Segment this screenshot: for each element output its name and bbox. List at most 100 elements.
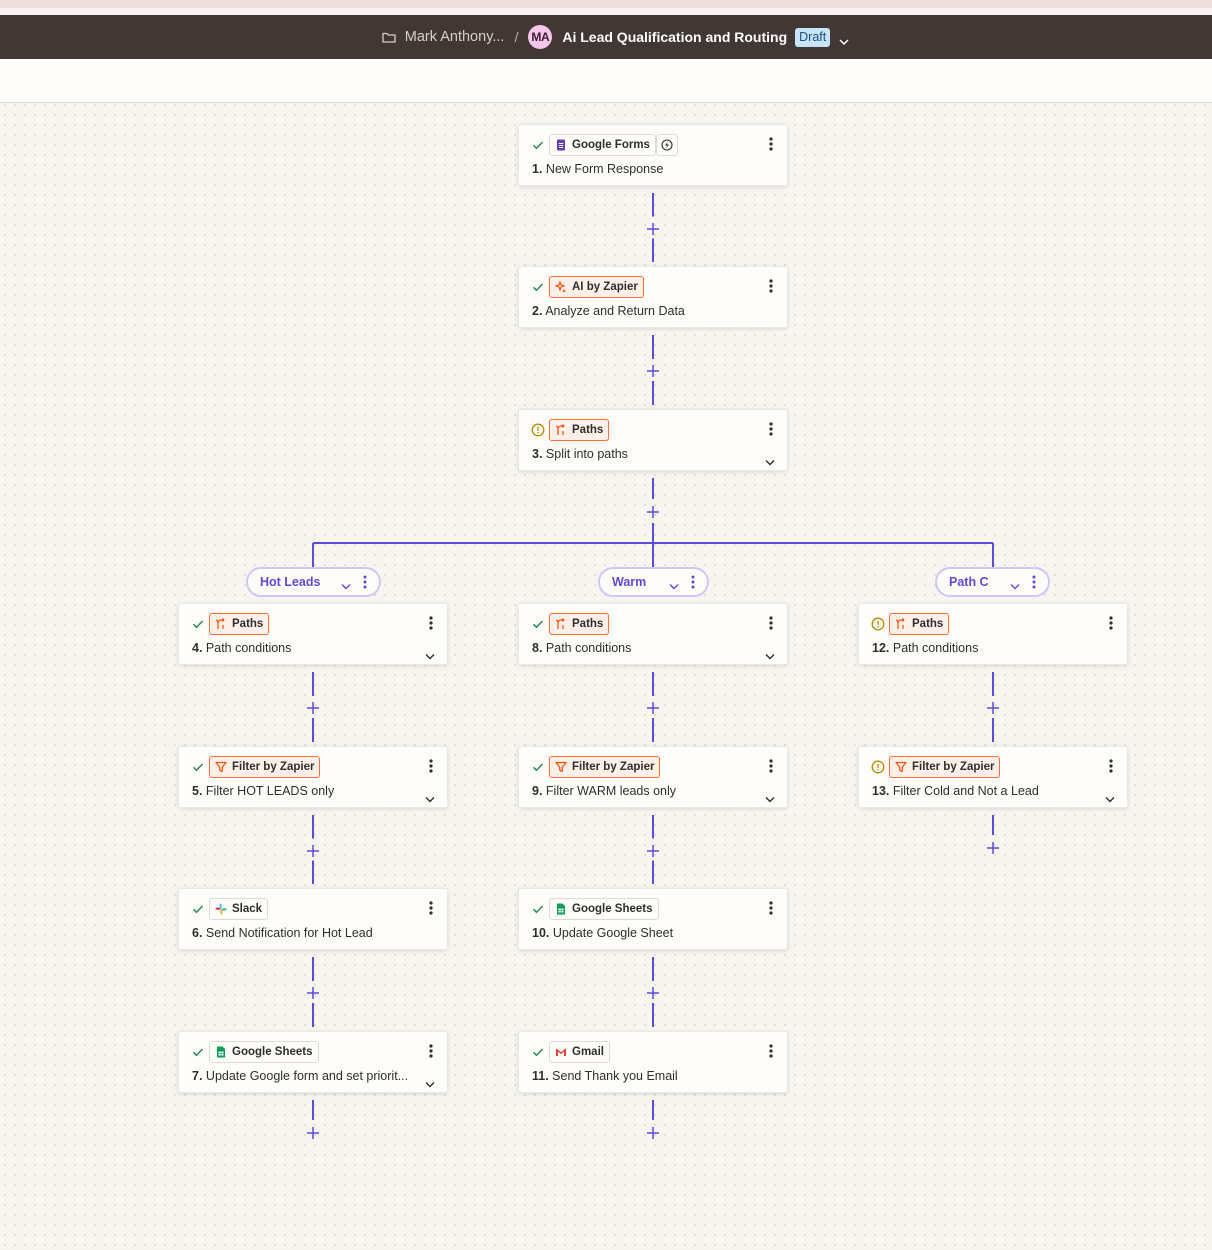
chevron-down-icon[interactable] (838, 33, 850, 46)
step-text: Path conditions (202, 641, 292, 655)
step-card-13[interactable]: Filter by Zapier 13. Filter Cold and Not … (858, 746, 1128, 808)
add-step-button[interactable] (307, 1126, 319, 1139)
path-label-text: Warm (612, 575, 647, 589)
folder-icon[interactable] (382, 32, 396, 43)
step-card-4[interactable]: Paths 4. Path conditions (178, 603, 448, 665)
chevron-down-icon[interactable] (765, 790, 775, 803)
zap-title[interactable]: Ai Lead Qualification and Routing (562, 29, 787, 45)
more-options-icon[interactable] (769, 616, 773, 630)
app-name: Gmail (572, 1046, 604, 1058)
more-options-icon[interactable] (1109, 759, 1113, 773)
more-options-icon[interactable] (769, 901, 773, 915)
step-title: 7. Update Google form and set priorit... (192, 1069, 413, 1083)
step-card-5[interactable]: Filter by Zapier 5. Filter HOT LEADS only (178, 746, 448, 808)
step-card-1[interactable]: Google Forms 1. New Form Response (518, 124, 788, 186)
filter-icon (555, 761, 567, 773)
more-options-icon[interactable] (769, 759, 773, 773)
more-options-icon[interactable] (363, 575, 367, 589)
check-icon (191, 1045, 205, 1059)
editor-header: Mark Anthony... / MA Ai Lead Qualificati… (0, 15, 1212, 59)
add-step-button[interactable] (647, 505, 659, 518)
step-text: Split into paths (542, 447, 628, 461)
step-number: 6. (192, 926, 203, 940)
app-chip-filter-by-zapier: Filter by Zapier (209, 756, 321, 778)
add-step-button[interactable] (647, 986, 659, 999)
add-step-button[interactable] (647, 1126, 659, 1139)
chevron-down-icon[interactable] (425, 790, 435, 803)
step-number: 13. (872, 784, 890, 798)
step-title: 1. New Form Response (532, 162, 753, 176)
add-step-button[interactable] (987, 701, 999, 714)
gmail-icon (555, 1046, 567, 1058)
step-text: Path conditions (542, 641, 632, 655)
step-card-8[interactable]: Paths 8. Path conditions (518, 603, 788, 665)
app-chip-google-forms: Google Forms (549, 134, 656, 156)
toolbar (0, 59, 1212, 103)
add-step-button[interactable] (647, 844, 659, 857)
add-step-button[interactable] (647, 701, 659, 714)
step-text: Filter Cold and Not a Lead (889, 784, 1039, 798)
chevron-down-icon[interactable] (765, 453, 775, 466)
more-options-icon[interactable] (769, 137, 773, 151)
check-icon (191, 760, 205, 774)
app-chip-paths: Paths (209, 613, 270, 635)
path-label-hot-leads[interactable]: Hot Leads (246, 567, 381, 597)
more-options-icon[interactable] (429, 759, 433, 773)
add-step-button[interactable] (987, 841, 999, 854)
step-card-12[interactable]: Paths 12. Path conditions (858, 603, 1128, 665)
add-step-button[interactable] (647, 222, 659, 235)
chevron-down-icon[interactable] (765, 647, 775, 660)
more-options-icon[interactable] (429, 616, 433, 630)
more-options-icon[interactable] (1032, 575, 1036, 589)
more-options-icon[interactable] (429, 1044, 433, 1058)
more-options-icon[interactable] (769, 279, 773, 293)
add-step-button[interactable] (307, 986, 319, 999)
add-step-button[interactable] (307, 844, 319, 857)
step-text: Path conditions (889, 641, 979, 655)
app-chip-paths: Paths (549, 613, 610, 635)
chevron-down-icon[interactable] (1010, 579, 1020, 590)
step-number: 11. (532, 1069, 549, 1083)
step-card-10[interactable]: Google Sheets 10. Update Google Sheet (518, 888, 788, 950)
path-label-path-c[interactable]: Path C (935, 567, 1050, 597)
add-step-button[interactable] (647, 364, 659, 377)
app-chip-slack: Slack (209, 898, 269, 920)
paths-icon (555, 618, 567, 630)
chevron-down-icon[interactable] (1105, 790, 1115, 803)
step-title: 5. Filter HOT LEADS only (192, 784, 413, 798)
avatar[interactable]: MA (528, 25, 553, 49)
more-options-icon[interactable] (769, 422, 773, 436)
breadcrumb-folder[interactable]: Mark Anthony... (405, 29, 505, 45)
step-card-9[interactable]: Filter by Zapier 9. Filter WARM leads onl… (518, 746, 788, 808)
check-icon (531, 902, 545, 916)
more-options-icon[interactable] (1109, 616, 1113, 630)
filter-icon (895, 761, 907, 773)
chevron-down-icon[interactable] (425, 1075, 435, 1088)
step-text: Filter WARM leads only (542, 784, 677, 798)
step-card-11[interactable]: Gmail 11. Send Thank you Email (518, 1031, 788, 1093)
step-card-7[interactable]: Google Sheets 7. Update Google form and s… (178, 1031, 448, 1093)
path-label-warm[interactable]: Warm (598, 567, 709, 597)
step-card-2[interactable]: AI by Zapier 2. Analyze and Return Data (518, 266, 788, 328)
more-options-icon[interactable] (691, 575, 695, 589)
chevron-down-icon[interactable] (669, 579, 679, 590)
workflow-canvas[interactable]: Hot Leads Warm Path C Google Forms 1. New… (0, 103, 1212, 1250)
app-chip-ai-by-zapier: AI by Zapier (549, 276, 644, 298)
paths-icon (895, 618, 907, 630)
app-chip-gmail: Gmail (549, 1041, 610, 1063)
browser-top-strip (0, 0, 1212, 15)
step-card-3[interactable]: Paths 3. Split into paths (518, 409, 788, 471)
check-icon (191, 902, 205, 916)
step-number: 7. (192, 1069, 203, 1083)
step-number: 9. (532, 784, 543, 798)
add-step-button[interactable] (307, 701, 319, 714)
chevron-down-icon[interactable] (425, 647, 435, 660)
step-card-6[interactable]: Slack 6. Send Notification for Hot Lead (178, 888, 448, 950)
more-options-icon[interactable] (429, 901, 433, 915)
app-name: Paths (232, 618, 264, 630)
chevron-down-icon[interactable] (341, 579, 351, 590)
app-name: Google Forms (572, 139, 650, 151)
step-title: 4. Path conditions (192, 641, 413, 655)
paths-icon (555, 424, 567, 436)
more-options-icon[interactable] (769, 1044, 773, 1058)
